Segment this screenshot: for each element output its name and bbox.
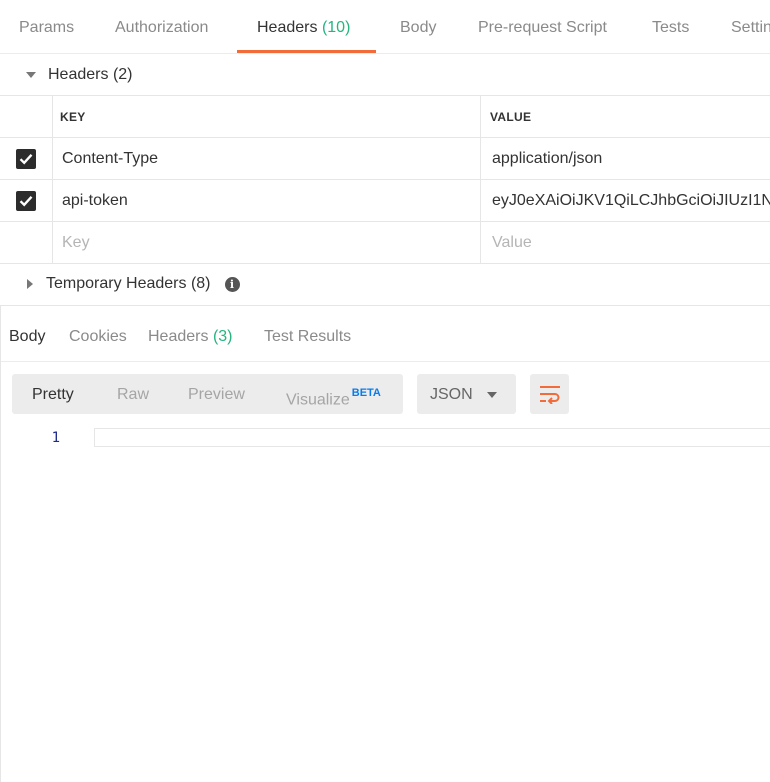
temporary-headers-count: (8) — [190, 275, 211, 292]
tab-body[interactable]: Body — [400, 0, 436, 53]
tab-headers-count: (10) — [321, 19, 351, 36]
view-mode-group: Pretty Raw Preview Visualize BETA — [12, 374, 403, 414]
view-visualize-button[interactable]: Visualize BETA — [286, 374, 381, 414]
check-icon — [19, 195, 33, 207]
new-value-input[interactable]: Value — [482, 222, 770, 263]
headers-section-title: Headers — [48, 66, 109, 83]
tab-params[interactable]: Params — [19, 0, 74, 53]
check-column-header — [0, 96, 53, 137]
response-tabs: Body Cookies Headers (3) Test Results — [0, 305, 770, 362]
view-preview-button[interactable]: Preview — [188, 374, 245, 414]
wrap-lines-icon — [539, 386, 560, 404]
response-tab-body[interactable]: Body — [9, 306, 45, 361]
wrap-lines-button[interactable] — [530, 374, 569, 414]
row-checkbox-cell — [0, 180, 53, 221]
response-tab-test-results[interactable]: Test Results — [264, 306, 351, 361]
tab-authorization[interactable]: Authorization — [115, 0, 208, 53]
tab-pre-request-script[interactable]: Pre-request Script — [478, 0, 607, 53]
table-header-row: KEY VALUE — [0, 96, 770, 138]
response-tab-headers-count: (3) — [212, 328, 233, 345]
row-checkbox-cell — [0, 138, 53, 179]
headers-section-toggle[interactable]: Headers (2) — [0, 53, 770, 97]
header-key-field[interactable]: api-token — [52, 180, 481, 221]
tab-settings[interactable]: Settin — [731, 0, 770, 53]
caret-down-icon — [26, 72, 36, 78]
panel-left-border — [0, 305, 1, 782]
value-column-header: VALUE — [490, 109, 532, 124]
checkbox-checked[interactable] — [16, 148, 36, 169]
tab-headers-label: Headers — [257, 19, 318, 36]
view-pretty-button[interactable]: Pretty — [32, 374, 74, 414]
response-tab-headers[interactable]: Headers (3) — [148, 306, 233, 361]
key-column-header: KEY — [52, 96, 481, 137]
request-tabs: Params Authorization Headers (10) Body P… — [0, 0, 770, 54]
checkbox-checked[interactable] — [16, 190, 36, 211]
table-row: Content-Type application/json — [0, 138, 770, 180]
response-tab-headers-label: Headers — [148, 328, 209, 345]
new-key-input[interactable]: Key — [52, 222, 481, 263]
temporary-headers-toggle[interactable]: Temporary Headers (8) i — [0, 262, 770, 306]
tab-tests[interactable]: Tests — [652, 0, 689, 53]
check-icon — [19, 153, 33, 165]
visualize-label: Visualize — [286, 391, 350, 409]
response-body-editor[interactable] — [94, 428, 770, 447]
headers-section-count: (2) — [112, 66, 133, 83]
chevron-down-icon — [487, 392, 497, 398]
header-value-field[interactable]: application/json — [482, 138, 770, 179]
header-key-field[interactable]: Content-Type — [52, 138, 481, 179]
language-select[interactable]: JSON — [417, 374, 516, 414]
info-icon[interactable]: i — [224, 276, 240, 292]
beta-badge: BETA — [351, 387, 381, 399]
temporary-headers-title: Temporary Headers — [46, 275, 187, 292]
response-tab-cookies[interactable]: Cookies — [69, 306, 127, 361]
caret-right-icon — [27, 279, 33, 289]
view-raw-button[interactable]: Raw — [117, 374, 149, 414]
table-row-new: Key Value — [0, 222, 770, 264]
row-checkbox-cell — [0, 222, 53, 263]
response-editor: 1 — [0, 426, 770, 450]
tab-headers[interactable]: Headers (10) — [236, 0, 377, 53]
header-value-field[interactable]: eyJ0eXAiOiJKV1QiLCJhbGciOiJIUzI1NiJ9 — [482, 180, 770, 221]
language-select-value: JSON — [430, 386, 473, 403]
line-number: 1 — [51, 430, 60, 446]
table-row: api-token eyJ0eXAiOiJKV1QiLCJhbGciOiJIUz… — [0, 180, 770, 222]
headers-table: KEY VALUE Content-Type application/json … — [0, 95, 770, 264]
